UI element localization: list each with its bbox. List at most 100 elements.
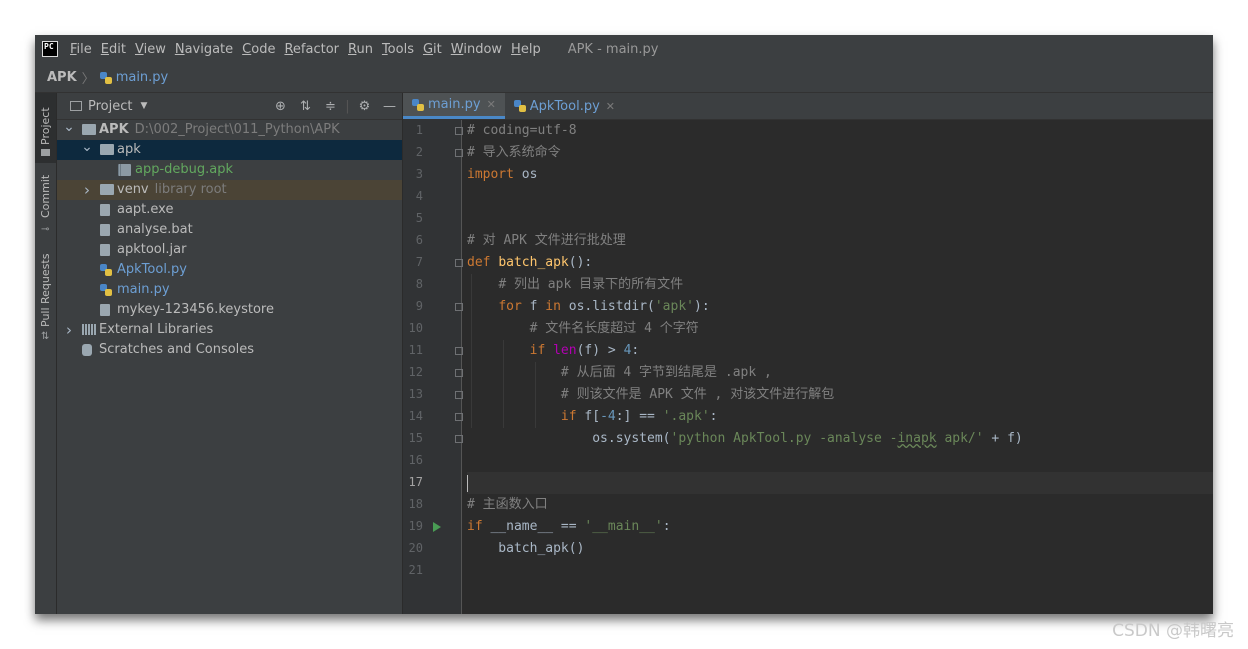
tree-item-mykey-123456-keystore[interactable]: mykey-123456.keystore	[57, 300, 402, 320]
menu-label: elp	[520, 41, 541, 57]
code-line: # 文件名长度超过 4 个字符	[467, 318, 1213, 340]
file-icon	[100, 224, 110, 236]
menu-edit[interactable]: Edit	[101, 42, 126, 57]
gear-icon[interactable]: ⚙	[352, 99, 377, 114]
code-line: # 列出 apk 目录下的所有文件	[467, 274, 1213, 296]
tab-main-py[interactable]: main.py ✕	[403, 93, 505, 119]
chevron-down-icon[interactable]: ⌄	[81, 137, 93, 157]
tree-item-name: apk	[117, 142, 141, 157]
code-line: # 导入系统命令	[467, 142, 1213, 164]
tree-item-apktool-py[interactable]: ApkTool.py	[57, 260, 402, 280]
fold-marker-icon[interactable]	[455, 391, 463, 399]
tree-item-analyse-bat[interactable]: analyse.bat	[57, 220, 402, 240]
chevron-down-icon[interactable]: ▼	[140, 101, 147, 111]
line-number: 11	[408, 343, 423, 357]
menu-mnemonic: G	[422, 41, 434, 57]
tree-item-name: External Libraries	[99, 322, 214, 337]
line-number: 3	[415, 167, 423, 181]
fold-marker-icon[interactable]	[455, 127, 463, 135]
menu-label: un	[356, 41, 373, 57]
menu-file[interactable]: File	[70, 42, 92, 57]
menu-help[interactable]: Help	[511, 42, 541, 57]
chevron-right-icon[interactable]: ›	[63, 320, 75, 340]
code-area[interactable]: # coding=utf-8 # 导入系统命令 import os # 对 APK 文…	[467, 120, 1213, 614]
project-view-selector[interactable]: Project	[88, 99, 132, 114]
tree-item-apk[interactable]: ⌄ apk	[57, 137, 402, 160]
menu-mnemonic: V	[134, 41, 144, 57]
breadcrumb-file[interactable]: main.py	[116, 70, 169, 85]
chevron-right-icon[interactable]: ›	[81, 180, 93, 200]
stripe-pull-requests-button[interactable]: Pull Requests ⇅	[35, 245, 56, 345]
text-caret	[467, 475, 468, 492]
tab-label: main.py	[428, 97, 481, 112]
project-panel: Project ▼ ⊕ ⇅ ≑ | ⚙ — ⌄ APK D:\002_Project…	[57, 93, 403, 614]
menu-code[interactable]: Code	[242, 42, 275, 57]
ide-window: PC File Edit View Navigate Code Refactor Run To…	[35, 35, 1213, 614]
tree-item-app-debug-apk[interactable]: app-debug.apk	[57, 160, 402, 180]
code-token: '__main__'	[584, 519, 663, 534]
stripe-commit-button[interactable]: Commit ⊸	[35, 169, 56, 239]
menu-navigate[interactable]: Navigate	[175, 42, 233, 57]
tree-item-apktool-jar[interactable]: apktool.jar	[57, 240, 402, 260]
code-line: # 对 APK 文件进行批处理	[467, 230, 1213, 252]
close-icon[interactable]: ✕	[487, 98, 496, 111]
menu-items: File Edit View Navigate Code Refactor Run Tools…	[70, 42, 550, 57]
menu-refactor[interactable]: Refactor	[284, 42, 339, 57]
menu-run[interactable]: Run	[348, 42, 373, 57]
python-file-icon	[100, 284, 112, 296]
run-icon[interactable]	[433, 522, 441, 532]
tree-item-name: Scratches and Consoles	[99, 342, 255, 357]
editor-area: main.py ✕ ApkTool.py ✕ 1 2 3 4 5 6 7 8 9 10 11 12 13 14 1…	[403, 93, 1213, 614]
collapse-all-icon[interactable]: ≑	[318, 99, 343, 114]
fold-marker-icon[interactable]	[455, 259, 463, 267]
code-line: batch_apk()	[467, 538, 1213, 560]
menu-label: ode	[251, 41, 276, 57]
code-token: f[	[576, 409, 601, 424]
code-line: if __name__ == '__main__':	[467, 516, 1213, 538]
line-number: 5	[415, 211, 423, 225]
editor-gutter: 1 2 3 4 5 6 7 8 9 10 11 12 13 14 15 16 17 18 19 20 21	[403, 120, 463, 614]
chevron-down-icon[interactable]: ⌄	[63, 117, 75, 137]
folder-icon	[82, 124, 96, 135]
project-toolbar: ⊕ ⇅ ≑ | ⚙ —	[268, 93, 402, 119]
menu-window[interactable]: Window	[451, 42, 502, 57]
code-line: # 从后面 4 字节到结尾是 .apk ,	[467, 362, 1213, 384]
project-panel-header: Project ▼ ⊕ ⇅ ≑ | ⚙ —	[57, 93, 402, 120]
minimize-icon[interactable]: —	[377, 99, 402, 114]
tree-item-name: ApkTool.py	[117, 262, 188, 277]
code-token: apk/'	[936, 431, 984, 446]
fold-marker-icon[interactable]	[455, 303, 463, 311]
tree-item-external-libraries[interactable]: › External Libraries	[57, 320, 402, 340]
fold-marker-icon[interactable]	[455, 413, 463, 421]
code-token: # 导入系统命令	[467, 145, 561, 160]
locate-icon[interactable]: ⊕	[268, 99, 293, 114]
fold-marker-icon[interactable]	[455, 369, 463, 377]
tab-apktool-py[interactable]: ApkTool.py ✕	[505, 93, 624, 119]
menu-view[interactable]: View	[135, 42, 166, 57]
project-view-icon	[70, 101, 82, 111]
close-icon[interactable]: ✕	[606, 100, 615, 113]
menu-git[interactable]: Git	[423, 42, 442, 57]
indent-guide	[503, 340, 504, 428]
tree-item-apk[interactable]: ⌄ APK D:\002_Project\011_Python\APK	[57, 117, 402, 140]
breadcrumb-project[interactable]: APK	[47, 70, 77, 85]
tree-item-main-py[interactable]: main.py	[57, 280, 402, 300]
tree-item-venv[interactable]: › venv library root	[57, 180, 402, 200]
stripe-project-button[interactable]: Project	[35, 93, 56, 163]
project-tree: ⌄ APK D:\002_Project\011_Python\APK ⌄ apk app…	[57, 117, 402, 360]
expand-all-icon[interactable]: ⇅	[293, 99, 318, 114]
tree-item-name: mykey-123456.keystore	[117, 302, 274, 317]
code-token: if	[560, 409, 577, 424]
tree-item-aapt-exe[interactable]: aapt.exe	[57, 200, 402, 220]
fold-marker-icon[interactable]	[455, 435, 463, 443]
commit-icon: ⊸	[41, 224, 50, 235]
menu-tools[interactable]: Tools	[382, 42, 414, 57]
tab-label: ApkTool.py	[529, 98, 600, 114]
code-token: os	[513, 167, 538, 182]
fold-marker-icon[interactable]	[455, 347, 463, 355]
tree-item-scratches-and-consoles[interactable]: Scratches and Consoles	[57, 340, 402, 360]
fold-marker-icon[interactable]	[455, 149, 463, 157]
